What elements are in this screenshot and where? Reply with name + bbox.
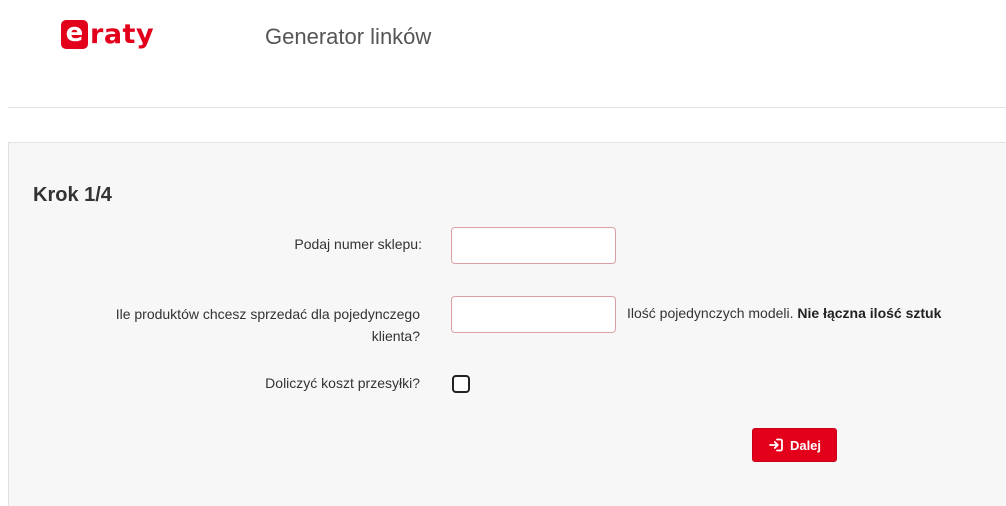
next-button[interactable]: Dalej <box>752 428 837 462</box>
header-divider <box>8 107 1006 108</box>
page: e raty Generator linków Krok 1/4 Podaj n… <box>0 0 1006 506</box>
shop-number-input[interactable] <box>451 227 616 264</box>
sign-in-icon <box>768 437 784 453</box>
step-title: Krok 1/4 <box>33 184 112 206</box>
products-count-label-line1: Ile produktów chcesz sprzedać dla pojedy… <box>115 306 420 322</box>
next-button-label: Dalej <box>789 437 822 453</box>
logo-letter-badge: e <box>61 19 88 49</box>
products-count-hint-text: Ilość pojedynczych modeli. <box>627 305 798 321</box>
products-count-hint-emphasis: Nie łączna ilość sztuk <box>797 305 942 321</box>
eraty-logo[interactable]: e raty <box>61 14 154 54</box>
products-count-hint: Ilość pojedynczych modeli. Nie łączna il… <box>627 303 941 323</box>
page-title: Generator linków <box>265 24 432 49</box>
products-count-label: Ile produktów chcesz sprzedać dla pojedy… <box>60 303 420 347</box>
products-count-label-line2: klienta? <box>371 328 420 344</box>
shipping-cost-checkbox[interactable] <box>452 375 470 393</box>
logo-wordmark: raty <box>90 18 155 50</box>
products-count-input[interactable] <box>451 296 616 333</box>
shop-number-label: Podaj numer sklepu: <box>294 236 422 252</box>
shipping-cost-label: Doliczyć koszt przesyłki? <box>265 375 420 391</box>
